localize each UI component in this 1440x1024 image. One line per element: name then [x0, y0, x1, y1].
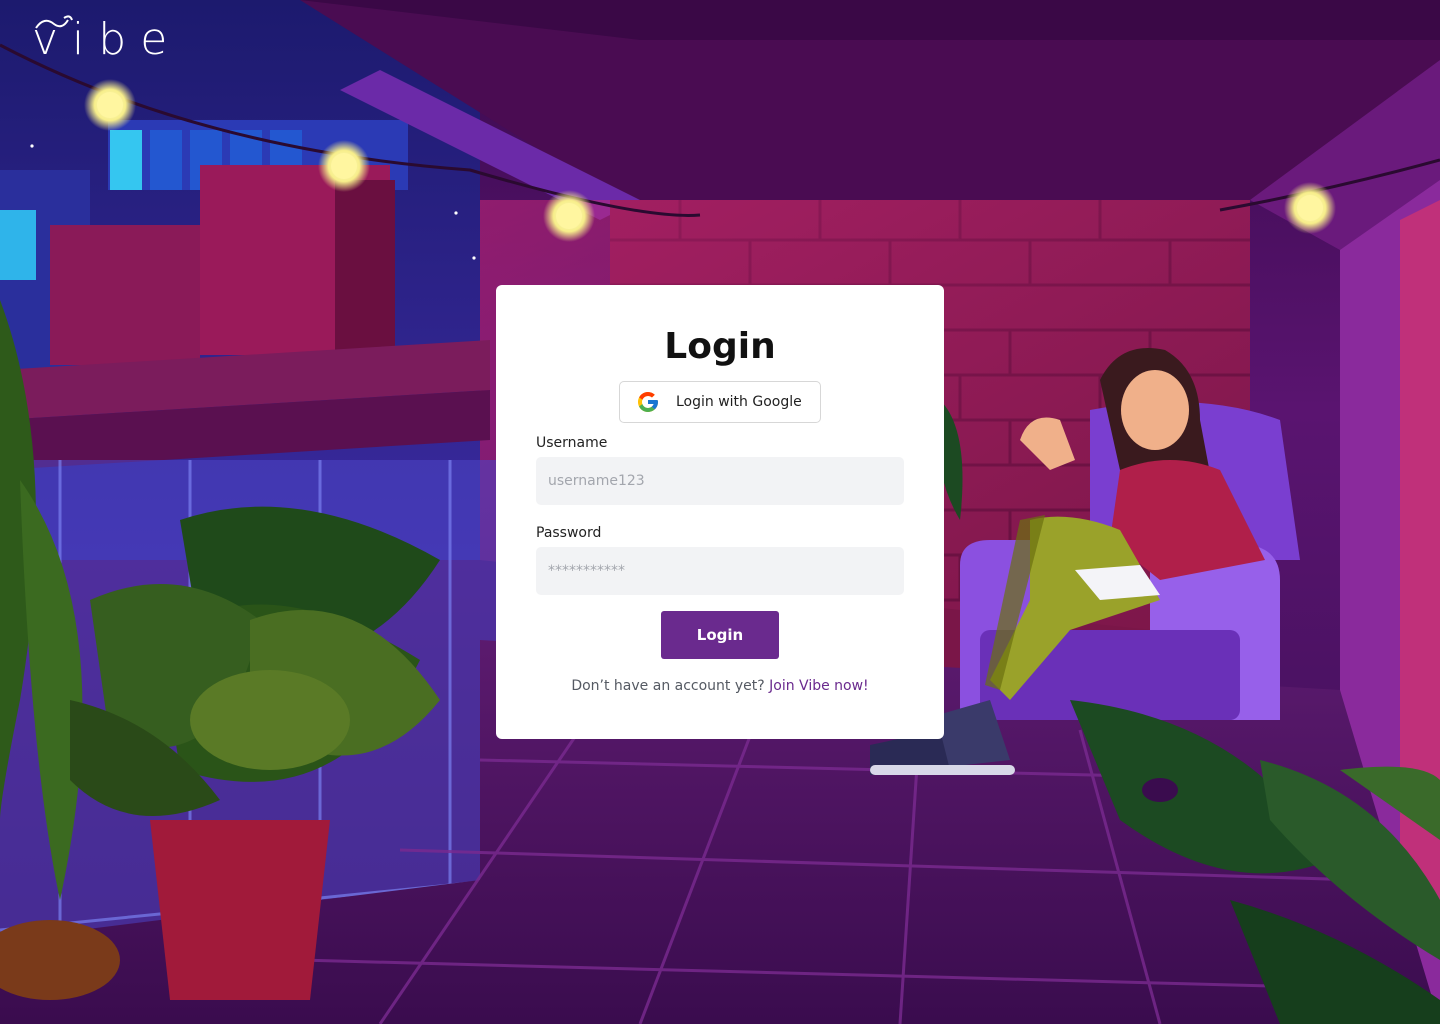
brand-logo[interactable]: vibe: [32, 14, 181, 65]
password-input[interactable]: [536, 547, 904, 595]
login-card: Login Login with Google Username Passwor…: [496, 285, 944, 739]
login-submit-button[interactable]: Login: [661, 611, 779, 659]
google-g-icon: [638, 392, 658, 412]
join-vibe-link[interactable]: Join Vibe now!: [769, 678, 869, 694]
username-label: Username: [536, 435, 608, 451]
signup-prompt-text: Don’t have an account yet?: [571, 678, 765, 694]
username-input[interactable]: [536, 457, 904, 505]
signup-prompt-row: Don’t have an account yet? Join Vibe now…: [496, 678, 944, 694]
login-title: Login: [664, 326, 776, 367]
google-login-button[interactable]: Login with Google: [619, 381, 821, 423]
google-login-label: Login with Google: [676, 394, 802, 410]
login-page: vibe Login Login with Google Username Pa…: [0, 0, 1440, 1024]
password-label: Password: [536, 525, 602, 541]
